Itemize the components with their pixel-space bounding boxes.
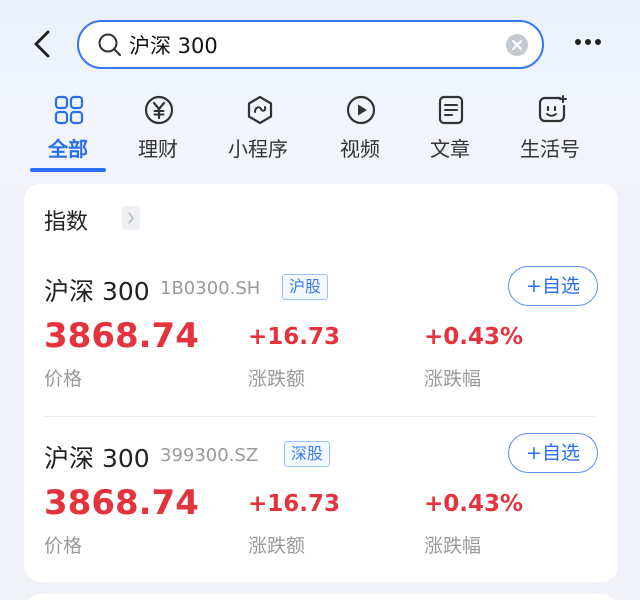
section-more-button[interactable]: [122, 206, 140, 230]
more-button[interactable]: [574, 30, 604, 54]
close-icon: [512, 40, 522, 50]
list-item[interactable]: 沪深 300 1B0300.SH 沪股 +自选 3868.74 价格 +16.7…: [24, 266, 618, 432]
tab-video-label: 视频: [340, 137, 380, 161]
more-dots-icon: [575, 39, 601, 45]
tab-video[interactable]: 视频: [340, 90, 382, 178]
change-percent-label: 涨跌幅: [424, 535, 482, 557]
mini-program-icon: [247, 95, 273, 125]
index-code: 399300.SZ: [160, 445, 259, 466]
play-icon: [346, 95, 376, 125]
index-results-card: 指数 沪深 300 1B0300.SH 沪股 +自选 3868.74 价格 +1…: [24, 184, 618, 582]
life-account-icon: [538, 95, 567, 123]
change-value: +16.73: [248, 324, 341, 350]
index-name: 沪深 300: [44, 277, 150, 306]
category-tabs: 全部 理财 小程序 视频 文章 生活号: [0, 90, 640, 178]
tab-life-account-label: 生活号: [520, 137, 580, 161]
price-value: 3868.74: [44, 316, 199, 356]
tab-life-account[interactable]: 生活号: [520, 90, 584, 178]
price-label: 价格: [44, 368, 83, 390]
add-watchlist-button[interactable]: +自选: [508, 433, 598, 473]
market-badge: 沪股: [282, 274, 329, 300]
tab-mini-program-label: 小程序: [228, 137, 288, 161]
grid-icon: [54, 95, 84, 125]
tab-all-label: 全部: [48, 137, 88, 161]
search-input[interactable]: [129, 29, 489, 61]
change-percent-value: +0.43%: [424, 491, 524, 517]
top-bar: [0, 0, 640, 90]
chevron-right-icon: [128, 212, 134, 224]
change-label: 涨跌额: [248, 368, 306, 390]
clear-search-button[interactable]: [506, 34, 528, 56]
tab-wealth[interactable]: 理财: [138, 90, 180, 178]
index-code: 1B0300.SH: [160, 278, 261, 299]
tab-mini-program[interactable]: 小程序: [228, 90, 292, 178]
next-card: [24, 594, 618, 600]
change-percent-label: 涨跌幅: [424, 368, 482, 390]
article-icon: [438, 95, 464, 125]
tab-wealth-label: 理财: [138, 137, 178, 161]
active-tab-indicator: [30, 168, 106, 172]
price-label: 价格: [44, 535, 83, 557]
index-name: 沪深 300: [44, 444, 150, 473]
change-value: +16.73: [248, 491, 341, 517]
market-badge: 深股: [284, 441, 331, 467]
price-value: 3868.74: [44, 483, 199, 523]
search-box[interactable]: [77, 20, 544, 69]
section-title: 指数: [44, 210, 89, 235]
search-icon: [98, 33, 121, 56]
add-watchlist-button[interactable]: +自选: [508, 266, 598, 306]
row-divider: [44, 416, 598, 417]
tab-article[interactable]: 文章: [430, 90, 472, 178]
tab-all[interactable]: 全部: [48, 90, 90, 178]
list-item[interactable]: 沪深 300 399300.SZ 深股 +自选 3868.74 价格 +16.7…: [24, 433, 618, 599]
change-percent-value: +0.43%: [424, 324, 524, 350]
change-label: 涨跌额: [248, 535, 306, 557]
yen-icon: [144, 95, 174, 125]
back-button[interactable]: [28, 24, 58, 64]
tab-article-label: 文章: [430, 137, 470, 161]
chevron-left-icon: [34, 30, 50, 58]
